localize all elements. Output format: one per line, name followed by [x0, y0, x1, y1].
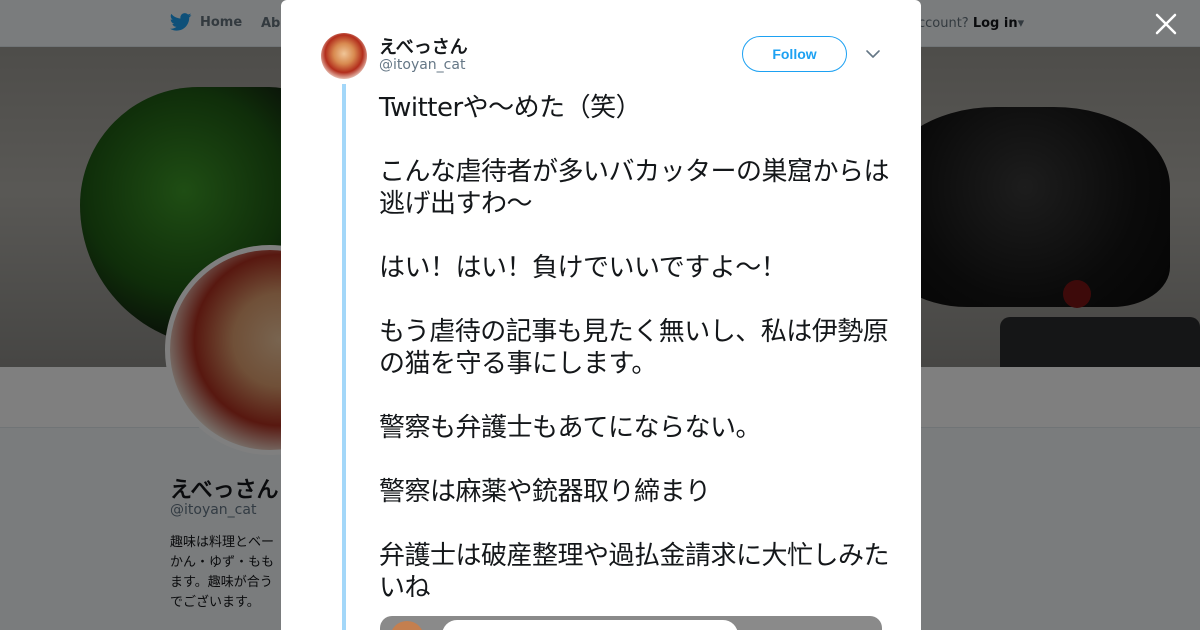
thread-line — [342, 84, 346, 630]
tweet-text: Twitterや〜めた（笑） こんな虐待者が多いバカッターの巣窟からは逃げ出すわ… — [379, 93, 890, 603]
tweet-author-avatar[interactable] — [321, 33, 367, 79]
tweet-author-name[interactable]: えべっさん — [379, 33, 468, 59]
chevron-down-icon[interactable] — [865, 44, 881, 64]
tweet-media-preview[interactable] — [380, 616, 882, 630]
tweet-author-handle[interactable]: @itoyan_cat — [379, 57, 465, 73]
media-avatar — [390, 621, 424, 630]
tweet-modal: えべっさん @itoyan_cat Follow Twitterや〜めた（笑） … — [281, 0, 921, 630]
follow-button[interactable]: Follow — [742, 36, 847, 72]
close-icon[interactable] — [1152, 10, 1180, 38]
media-speech-bubble — [442, 620, 738, 630]
